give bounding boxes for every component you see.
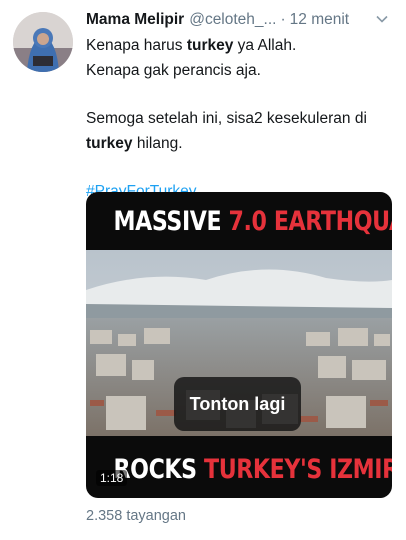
video-player[interactable]: MASSIVE 7.0 EARTHQUAKE [86,192,392,498]
tweet-line: Kenapa harus turkey ya Allah. [86,37,297,54]
timestamp[interactable]: 12 menit [290,11,349,29]
caption-bottom: ROCKS TURKEY'S IZMIR [113,454,392,485]
chevron-down-icon[interactable] [374,11,390,27]
caption-top: MASSIVE 7.0 EARTHQUAKE [113,206,392,237]
author-handle[interactable]: @celoteh_... [189,11,276,29]
tweet-header: Mama Melipir @celoteh_... · 12 menit [86,9,391,31]
tweet-line: Semoga setelah ini, sisa2 kesekuleran di [86,110,367,127]
author-name[interactable]: Mama Melipir [86,11,184,29]
tweet-text: Kenapa harus turkey ya Allah. Kenapa gak… [86,34,396,205]
bold-word: turkey [86,134,133,152]
view-count: 2.358 tayangan [86,508,186,524]
separator: · [280,11,286,28]
video-duration: 1:18 [96,470,128,486]
tweet-line: turkey hilang. [86,134,183,152]
video-frame[interactable]: Tonton lagi [86,250,392,436]
avatar[interactable] [13,12,73,72]
tweet[interactable]: Mama Melipir @celoteh_... · 12 menit Ken… [0,0,406,540]
bold-word: turkey [186,37,234,54]
tweet-line: Kenapa gak perancis aja. [86,61,261,79]
replay-button[interactable]: Tonton lagi [174,377,301,431]
